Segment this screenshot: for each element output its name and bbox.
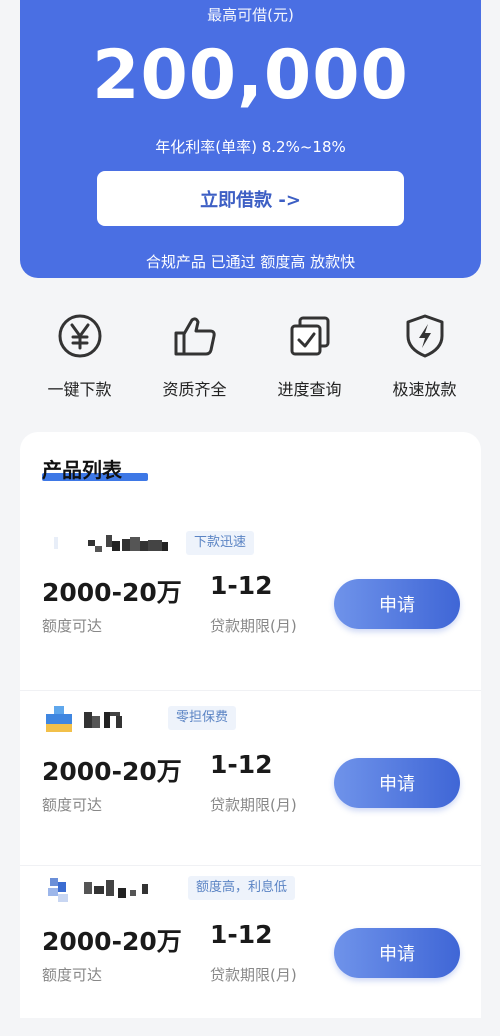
feature-label: 资质齐全	[162, 380, 227, 399]
feature-item-quick-loan[interactable]: 一键下款	[22, 312, 137, 400]
loan-term: 1-12	[210, 571, 273, 600]
yen-icon	[58, 314, 101, 358]
hero-banner: 最高可借(元) 200,000 年化利率(单率) 8.2%~18% 立即借款 -…	[20, 0, 481, 278]
feature-item-progress[interactable]: 进度查询	[252, 312, 367, 400]
product-list-card: 产品列表 下款迅速 2000-20万 额度可达 1-12 贷款期限(月) 申请	[20, 432, 481, 1018]
hero-slogan: 合规产品 已通过 额度高 放款快	[145, 253, 356, 271]
product-item[interactable]: 零担保费 2000-20万 额度可达 1-12 贷款期限(月) 申请	[20, 706, 481, 866]
product-item[interactable]: 下款迅速 2000-20万 额度可达 1-12 贷款期限(月) 申请	[20, 531, 481, 691]
interest-rate-text: 年化利率(单率) 8.2%~18%	[155, 138, 346, 156]
borrow-now-button[interactable]: 立即借款 ->	[97, 171, 404, 226]
feature-label: 极速放款	[392, 380, 457, 399]
divider	[20, 690, 481, 691]
loan-term-label: 贷款期限(月)	[210, 966, 297, 984]
product-logo-icon	[54, 535, 168, 552]
apply-button[interactable]: 申请	[334, 928, 460, 978]
product-logo-icon	[46, 706, 122, 732]
loan-term: 1-12	[210, 750, 273, 779]
loan-term: 1-12	[210, 920, 273, 949]
amount-range: 2000-20万	[42, 927, 182, 956]
shield-lightning-icon	[406, 314, 443, 358]
feature-item-qualification[interactable]: 资质齐全	[137, 312, 252, 400]
product-tag: 下款迅速	[186, 531, 255, 555]
feature-row: 一键下款 资质齐全 进度查询 极速放款	[0, 312, 500, 400]
apply-button[interactable]: 申请	[334, 758, 460, 808]
amount-range: 2000-20万	[42, 578, 182, 607]
divider	[20, 865, 481, 866]
product-list-header: 产品列表	[42, 454, 148, 483]
max-loan-amount: 200,000	[92, 36, 409, 115]
loan-term-label: 贷款期限(月)	[210, 796, 297, 814]
amount-label: 额度可达	[42, 966, 103, 984]
product-tag: 零担保费	[168, 706, 237, 730]
product-item[interactable]: 额度高，利息低 2000-20万 额度可达 1-12 贷款期限(月) 申请	[20, 876, 481, 1036]
feature-label: 进度查询	[277, 380, 342, 399]
apply-button[interactable]: 申请	[334, 579, 460, 629]
amount-label: 额度可达	[42, 617, 103, 635]
loan-term-label: 贷款期限(月)	[210, 617, 297, 635]
product-tag: 额度高，利息低	[188, 876, 296, 900]
thumbs-up-icon	[174, 317, 216, 356]
max-loan-caption: 最高可借(元)	[207, 6, 294, 24]
progress-check-icon	[290, 316, 329, 356]
amount-range: 2000-20万	[42, 757, 182, 786]
product-list-title: 产品列表	[42, 458, 122, 482]
product-logo-icon	[48, 878, 148, 902]
feature-label: 一键下款	[47, 380, 112, 399]
feature-item-fast-payout[interactable]: 极速放款	[367, 312, 482, 400]
amount-label: 额度可达	[42, 796, 103, 814]
